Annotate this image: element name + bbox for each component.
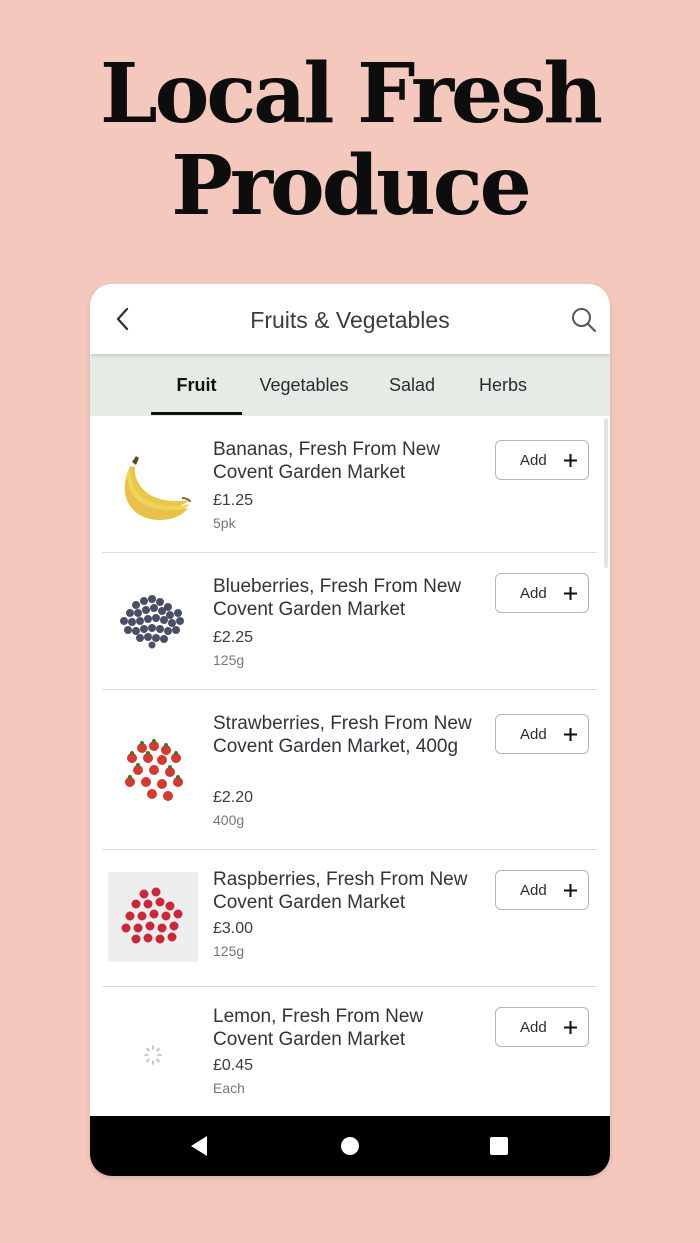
plus-icon bbox=[564, 1021, 577, 1034]
product-image-strawberries bbox=[125, 739, 183, 801]
add-button-label: Add bbox=[520, 882, 547, 899]
nav-back-icon[interactable] bbox=[190, 1135, 208, 1157]
plus-icon bbox=[564, 587, 577, 600]
product-quantity: Each bbox=[213, 1080, 245, 1096]
add-button[interactable]: Add bbox=[495, 714, 589, 754]
app-bar: Fruits & Vegetables bbox=[90, 284, 610, 354]
add-button[interactable]: Add bbox=[495, 870, 589, 910]
product-list: Bananas, Fresh From New Covent Garden Ma… bbox=[90, 416, 610, 1116]
hero-line-1: Local Fresh bbox=[99, 46, 603, 142]
product-quantity: 125g bbox=[213, 652, 245, 668]
add-button[interactable]: Add bbox=[495, 573, 589, 613]
product-price: £2.20 bbox=[213, 789, 254, 806]
product-price: £1.25 bbox=[213, 492, 254, 509]
product-name[interactable]: Blueberries, Fresh From New Covent Garde… bbox=[213, 575, 483, 621]
category-tabs: Fruit Vegetables Salad Herbs bbox=[90, 354, 610, 416]
product-quantity: 400g bbox=[213, 812, 245, 828]
product-price: £2.25 bbox=[213, 629, 254, 646]
list-item[interactable]: Bananas, Fresh From New Covent Garden Ma… bbox=[90, 416, 610, 553]
list-item[interactable]: Blueberries, Fresh From New Covent Garde… bbox=[90, 553, 610, 690]
tab-fruit[interactable]: Fruit bbox=[151, 354, 242, 416]
product-image-bananas bbox=[124, 456, 191, 520]
nav-home-icon[interactable] bbox=[341, 1137, 359, 1155]
scrollbar[interactable] bbox=[604, 418, 608, 568]
search-icon[interactable] bbox=[570, 306, 598, 334]
loading-spinner-icon bbox=[144, 1045, 162, 1065]
page-title: Fruits & Vegetables bbox=[250, 307, 450, 333]
product-price: £0.45 bbox=[213, 1057, 254, 1074]
list-item[interactable]: Strawberries, Fresh From New Covent Gard… bbox=[90, 690, 610, 850]
product-quantity: 125g bbox=[213, 943, 245, 959]
list-item[interactable]: Lemon, Fresh From New Covent Garden Mark… bbox=[90, 987, 610, 1116]
add-button-label: Add bbox=[520, 452, 547, 469]
product-quantity: 5pk bbox=[213, 515, 236, 531]
hero-headline: Local Fresh Produce bbox=[0, 48, 700, 232]
product-name[interactable]: Bananas, Fresh From New Covent Garden Ma… bbox=[213, 438, 483, 484]
add-button-label: Add bbox=[520, 1019, 547, 1036]
plus-icon bbox=[564, 454, 577, 467]
tab-salad[interactable]: Salad bbox=[374, 354, 450, 416]
hero-line-2: Produce bbox=[171, 138, 532, 234]
plus-icon bbox=[564, 884, 577, 897]
product-image-raspberries bbox=[108, 872, 198, 962]
product-name[interactable]: Raspberries, Fresh From New Covent Garde… bbox=[213, 868, 483, 914]
nav-recents-icon[interactable] bbox=[490, 1137, 508, 1155]
system-nav-bar bbox=[90, 1116, 610, 1176]
product-price: £3.00 bbox=[213, 920, 254, 937]
active-tab-indicator bbox=[151, 412, 242, 415]
list-item[interactable]: Raspberries, Fresh From New Covent Garde… bbox=[90, 850, 610, 987]
phone-screen: Fruits & Vegetables Fruit Vegetables Sal… bbox=[90, 284, 610, 1176]
plus-icon bbox=[564, 728, 577, 741]
product-name[interactable]: Lemon, Fresh From New Covent Garden Mark… bbox=[213, 1005, 483, 1051]
add-button-label: Add bbox=[520, 585, 547, 602]
add-button[interactable]: Add bbox=[495, 1007, 589, 1047]
add-button[interactable]: Add bbox=[495, 440, 589, 480]
tab-herbs[interactable]: Herbs bbox=[466, 354, 540, 416]
tab-vegetables[interactable]: Vegetables bbox=[250, 354, 358, 416]
add-button-label: Add bbox=[520, 726, 547, 743]
back-arrow-icon[interactable] bbox=[112, 306, 136, 332]
product-name[interactable]: Strawberries, Fresh From New Covent Gard… bbox=[213, 712, 483, 758]
product-image-blueberries bbox=[120, 595, 184, 649]
